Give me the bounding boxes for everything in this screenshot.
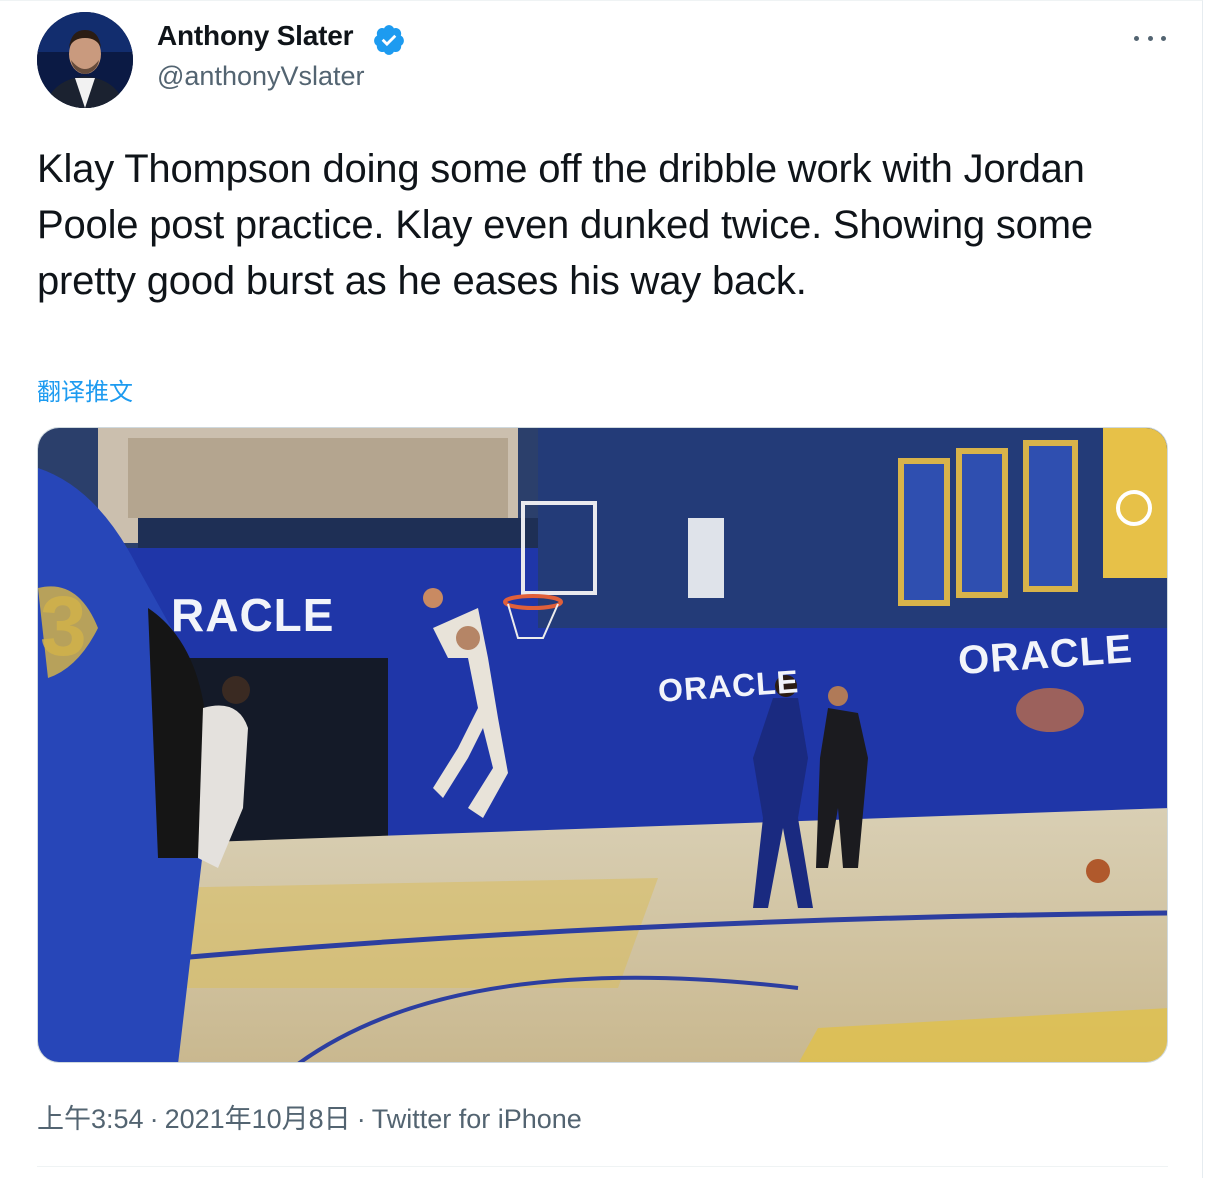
translate-tweet-link[interactable]: 翻译推文: [37, 372, 133, 407]
tweet-date[interactable]: 2021年10月8日: [165, 1104, 351, 1134]
divider: [37, 1166, 1168, 1167]
more-options-icon[interactable]: [1130, 23, 1170, 53]
author-name[interactable]: Anthony Slater: [157, 20, 354, 52]
separator: ·: [149, 1104, 159, 1134]
verified-badge-icon: [374, 25, 404, 55]
oracle-sign-left: RACLE: [171, 589, 335, 641]
author-handle[interactable]: @anthonyVslater: [157, 61, 365, 92]
tweet-source[interactable]: Twitter for iPhone: [372, 1104, 582, 1134]
more-dot: [1134, 35, 1139, 41]
jersey-number: 3: [40, 579, 88, 673]
tweet-time[interactable]: 上午3:54: [37, 1104, 144, 1134]
tweet-metadata: 上午3:54 · 2021年10月8日 · Twitter for iPhone: [37, 1097, 582, 1136]
tweet-text: Klay Thompson doing some off the dribble…: [37, 147, 1093, 303]
video-frame: [38, 428, 1167, 1062]
separator: ·: [356, 1104, 366, 1134]
author-avatar[interactable]: [37, 12, 133, 108]
avatar-image: [37, 12, 133, 108]
tweet-video[interactable]: RACLE ORACLE ORACLE 3: [37, 427, 1168, 1063]
more-dot: [1161, 35, 1166, 41]
more-dot: [1147, 35, 1153, 41]
tweet-card: Anthony Slater @anthonyVslater Klay Thom…: [0, 0, 1203, 1178]
